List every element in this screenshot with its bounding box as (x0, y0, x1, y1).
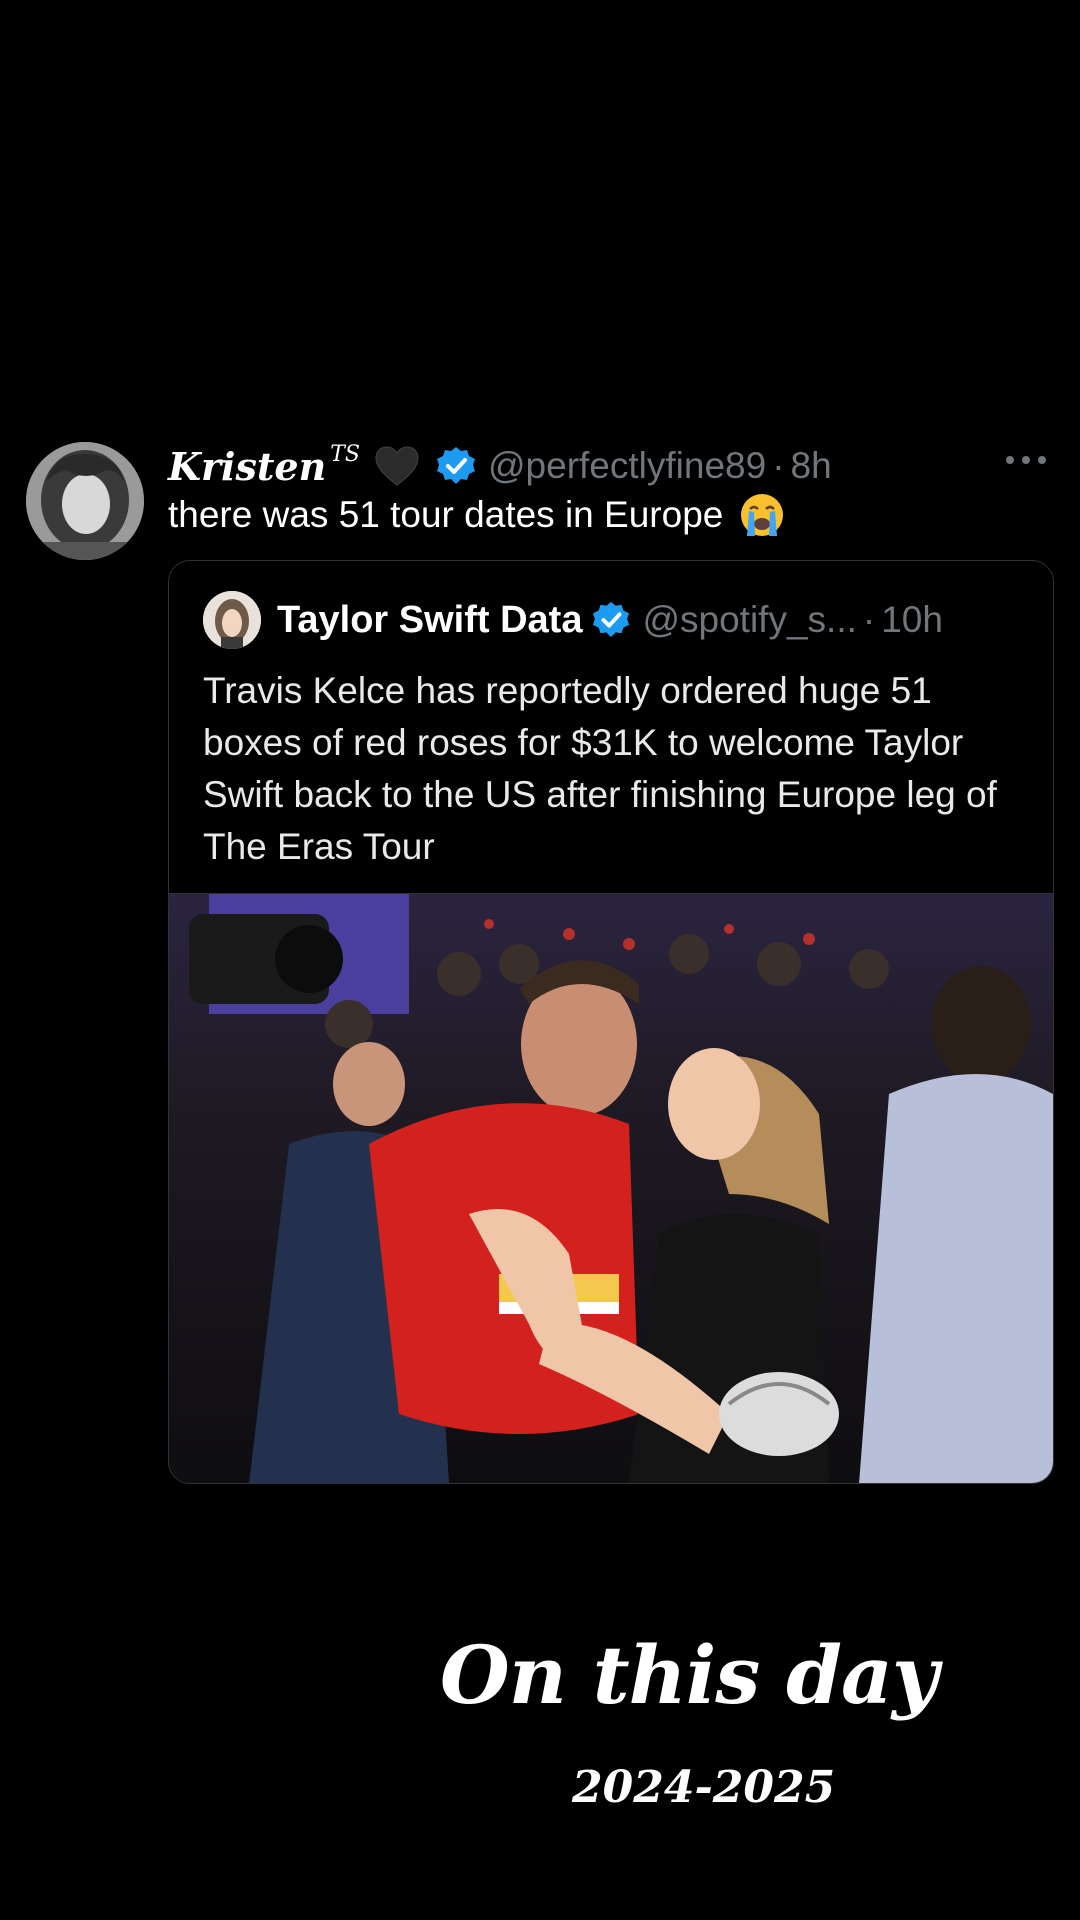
quoted-timestamp[interactable]: 10h (881, 599, 943, 641)
quoted-user-avatar[interactable] (203, 591, 261, 649)
quoted-user-handle[interactable]: @spotify_s... (642, 599, 856, 641)
loudly-crying-face-emoji (741, 494, 784, 536)
tweet-header: Kristen TS @perfectlyfine89 · 8h (168, 438, 832, 494)
quoted-display-name[interactable]: Taylor Swift Data (277, 599, 582, 642)
tweet-text: there was 51 tour dates in Europe (168, 492, 785, 538)
user-avatar[interactable] (26, 442, 144, 560)
more-options-icon[interactable] (1004, 452, 1048, 468)
timestamp[interactable]: 8h (791, 445, 832, 487)
on-this-day-title: On this day (440, 1628, 938, 1722)
celebration-photo[interactable] (169, 893, 1053, 1483)
quoted-tweet[interactable]: Taylor Swift Data @spotify_s... · 10h Tr… (168, 560, 1054, 1484)
display-name[interactable]: Kristen (168, 444, 326, 489)
on-this-day-years: 2024-2025 (572, 1762, 836, 1813)
separator-dot: · (862, 599, 876, 640)
tweet[interactable]: Kristen TS @perfectlyfine89 · 8h there w… (0, 430, 1080, 1490)
name-superscript: TS (330, 441, 360, 467)
verified-badge-icon (593, 601, 630, 638)
quoted-tweet-text: Travis Kelce has reportedly ordered huge… (203, 670, 997, 867)
user-handle[interactable]: @perfectlyfine89 (488, 445, 766, 487)
black-heart-emoji (375, 446, 419, 486)
verified-badge-icon (436, 447, 475, 484)
separator-dot: · (772, 445, 785, 486)
tweet-text-content: there was 51 tour dates in Europe (168, 494, 724, 535)
quoted-tweet-header: Taylor Swift Data @spotify_s... · 10h (203, 591, 943, 649)
